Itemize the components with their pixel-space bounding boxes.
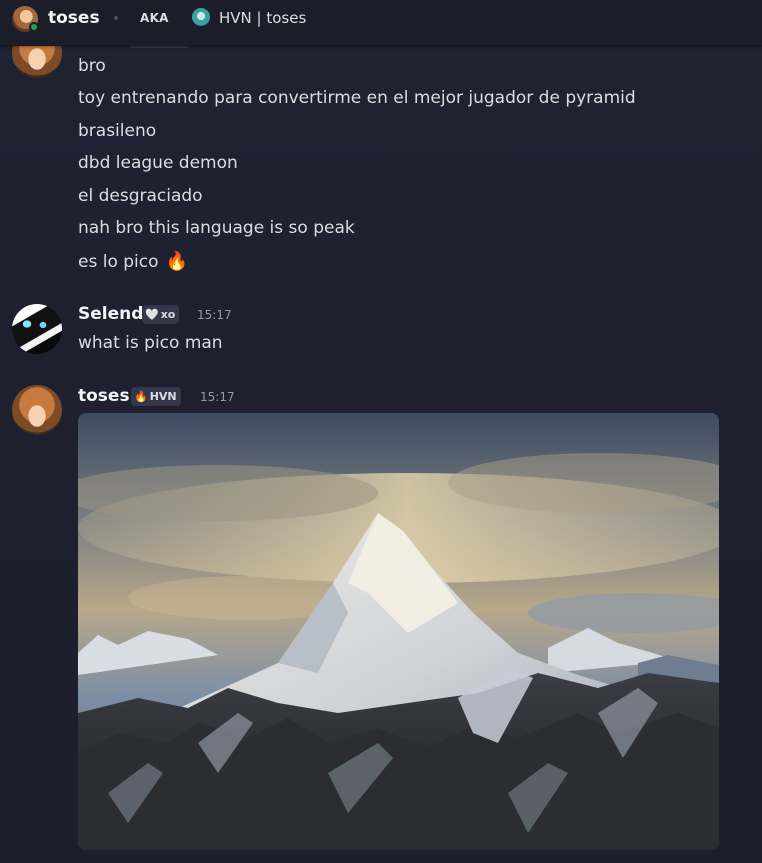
avatar[interactable] xyxy=(12,385,62,435)
guild-tag-text: HVN xyxy=(149,390,177,403)
header-username[interactable]: toses xyxy=(48,8,100,28)
guild-tag[interactable]: 🔥 HVN xyxy=(131,387,181,406)
guild-tag-text: xo xyxy=(160,308,176,321)
aka-avatar-icon xyxy=(192,8,210,26)
message-text: dbd league demon xyxy=(78,153,238,173)
message-text: what is pico man xyxy=(78,333,223,353)
fire-icon: 🔥 xyxy=(134,390,148,403)
username[interactable]: Selend xyxy=(78,304,143,324)
message-text: es lo pico xyxy=(78,252,159,272)
guild-tag[interactable]: 🤍 xo xyxy=(142,305,180,324)
message-text: el desgraciado xyxy=(78,186,203,206)
fire-emoji-icon: 🔥 xyxy=(165,251,189,272)
online-status-icon xyxy=(29,22,39,32)
image-attachment[interactable] xyxy=(78,413,719,850)
timestamp[interactable]: 15:17 xyxy=(200,390,235,404)
timestamp[interactable]: 15:17 xyxy=(197,308,232,322)
heart-icon: 🤍 xyxy=(145,308,159,321)
message-text: toy entrenando para convertirme en el me… xyxy=(78,88,636,108)
mountain-peak-photo xyxy=(78,413,719,850)
aka-name[interactable]: HVN | toses xyxy=(219,9,306,27)
message-line-with-emoji: es lo pico 🔥 xyxy=(78,251,188,272)
message-text: brasileno xyxy=(78,121,157,141)
dm-header: toses AKA HVN | toses xyxy=(0,0,762,46)
header-separator xyxy=(114,16,118,20)
message-text: nah bro this language is so peak xyxy=(78,218,355,238)
avatar[interactable] xyxy=(12,304,62,354)
username[interactable]: toses xyxy=(78,386,130,406)
chat-view: toses AKA HVN | toses bro toy entrenando… xyxy=(0,0,762,863)
aka-label: AKA xyxy=(140,11,169,25)
message-text: bro xyxy=(78,56,106,76)
